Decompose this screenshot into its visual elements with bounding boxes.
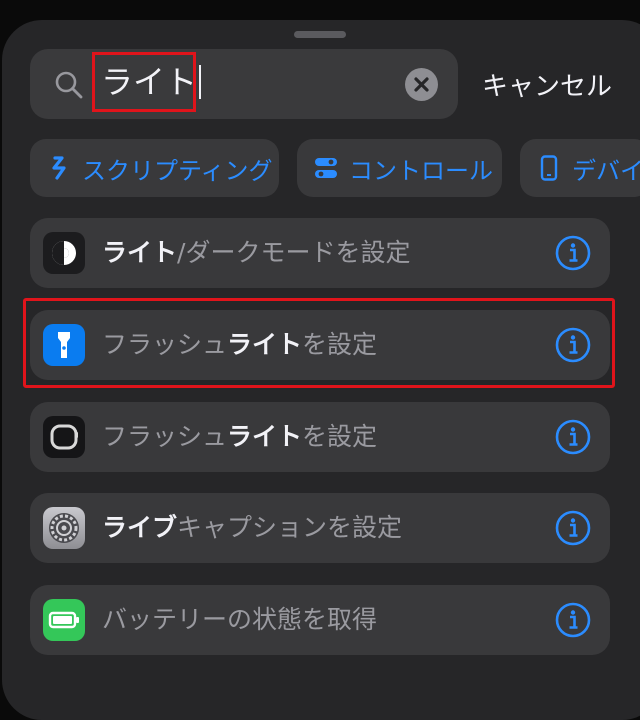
appearance-icon [43, 232, 85, 274]
clear-search-button[interactable] [405, 68, 438, 101]
chip-device-label: デバイス [572, 156, 640, 185]
result-set-flashlight[interactable]: フラッシュライトを設定 [30, 310, 610, 380]
info-icon[interactable] [555, 235, 591, 271]
result-label: フラッシュライトを設定 [102, 422, 378, 451]
result-set-appearance[interactable]: ライト/ダークモードを設定 [30, 218, 610, 288]
result-set-flashlight-watch[interactable]: フラッシュライトを設定 [30, 402, 610, 472]
result-label: バッテリーの状態を取得 [102, 605, 378, 634]
result-set-live-captions[interactable]: ライブキャプションを設定 [30, 493, 610, 563]
info-icon[interactable] [555, 419, 591, 455]
info-icon[interactable] [555, 327, 591, 363]
search-input[interactable]: ライト [92, 52, 202, 112]
info-icon[interactable] [555, 602, 591, 638]
chip-scripting-label: スクリプティング [82, 156, 273, 185]
sheet-grabber[interactable] [294, 31, 346, 38]
settings-gear-icon [43, 507, 85, 549]
search-query-text: ライト [101, 63, 198, 101]
iphone-icon [540, 155, 558, 181]
text-cursor [199, 65, 202, 99]
result-get-battery-level[interactable]: バッテリーの状態を取得 [30, 585, 610, 655]
result-label: フラッシュライトを設定 [102, 330, 378, 359]
battery-icon [43, 599, 85, 641]
scripting-icon [52, 156, 66, 180]
flashlight-icon [43, 324, 85, 366]
result-label: ライト/ダークモードを設定 [102, 238, 411, 267]
info-icon[interactable] [555, 510, 591, 546]
search-icon [55, 71, 83, 99]
chip-controls[interactable]: コントロール [297, 139, 502, 197]
toggle-icon [315, 158, 337, 178]
result-label: ライブキャプションを設定 [102, 513, 403, 542]
chip-device[interactable]: デバイス [520, 139, 640, 197]
cancel-button[interactable]: キャンセル [482, 66, 612, 103]
chip-controls-label: コントロール [349, 156, 493, 185]
watch-icon [43, 416, 85, 458]
clear-icon [414, 77, 429, 92]
chip-scripting[interactable]: スクリプティング [30, 139, 279, 197]
